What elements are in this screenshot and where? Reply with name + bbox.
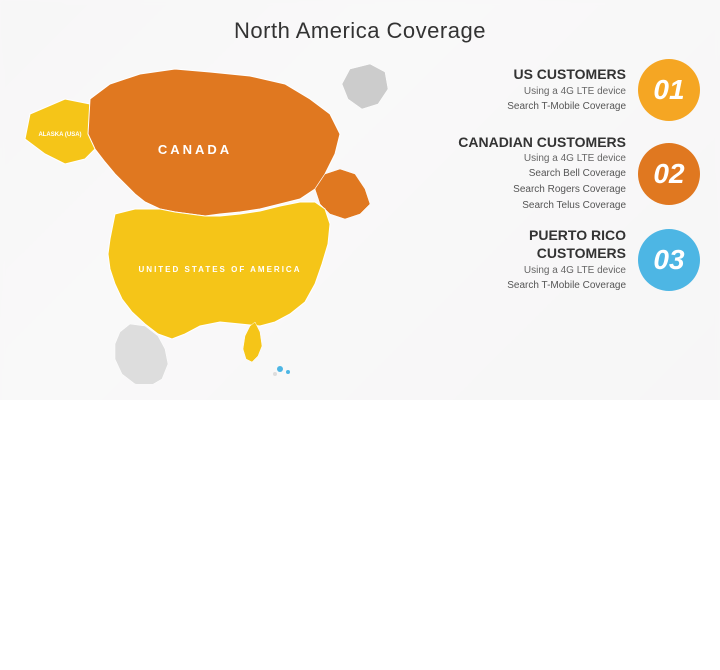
us-customers-panel: US CUSTOMERS Using a 4G LTE device Searc… (430, 59, 700, 121)
alaska-label: ALASKA (USA) (38, 132, 81, 138)
puertorico-customers-links[interactable]: Search T-Mobile Coverage (430, 278, 626, 294)
usa-label: UNITED STATES OF AMERICA (139, 265, 302, 274)
canadian-customers-badge: 02 (638, 143, 700, 205)
info-panels: US CUSTOMERS Using a 4G LTE device Searc… (430, 54, 700, 294)
greenland-region (342, 64, 388, 109)
puertorico-customers-subtitle: Using a 4G LTE device (430, 263, 626, 278)
main-layout: ALASKA (USA) CANADA UNITED STATES OF AME… (0, 54, 720, 404)
canadian-customers-title: CANADIAN CUSTOMERS (430, 133, 626, 151)
puertorico-customers-title: PUERTO RICOCUSTOMERS (430, 226, 626, 262)
us-customers-title: US CUSTOMERS (430, 65, 626, 83)
us-customers-text: US CUSTOMERS Using a 4G LTE device Searc… (430, 65, 626, 114)
us-customers-subtitle: Using a 4G LTE device (430, 84, 626, 99)
canadian-customers-subtitle: Using a 4G LTE device (430, 151, 626, 166)
puertorico-customers-text: PUERTO RICOCUSTOMERS Using a 4G LTE devi… (430, 226, 626, 293)
puertorico-customers-panel: PUERTO RICOCUSTOMERS Using a 4G LTE devi… (430, 226, 700, 293)
canadian-customers-panel: CANADIAN CUSTOMERS Using a 4G LTE device… (430, 133, 700, 214)
map-container: ALASKA (USA) CANADA UNITED STATES OF AME… (10, 54, 430, 394)
us-customers-links[interactable]: Search T-Mobile Coverage (430, 99, 626, 115)
canada-label: CANADA (158, 142, 232, 157)
us-customers-badge: 01 (638, 59, 700, 121)
puertorico-customers-badge: 03 (638, 229, 700, 291)
caribbean-dot-1 (286, 370, 290, 374)
canadian-customers-links[interactable]: Search Bell Coverage Search Rogers Cover… (430, 166, 626, 214)
content-area: North America Coverage ALASKA (USA) CANA… (0, 0, 720, 400)
north-america-map: ALASKA (USA) CANADA UNITED STATES OF AME… (10, 54, 410, 384)
bottom-white-area (0, 400, 720, 670)
canada-region: CANADA (88, 69, 370, 219)
page-title: North America Coverage (0, 0, 720, 54)
puerto-rico-dot (277, 366, 283, 372)
caribbean-dot-2 (273, 372, 277, 376)
canadian-customers-text: CANADIAN CUSTOMERS Using a 4G LTE device… (430, 133, 626, 214)
